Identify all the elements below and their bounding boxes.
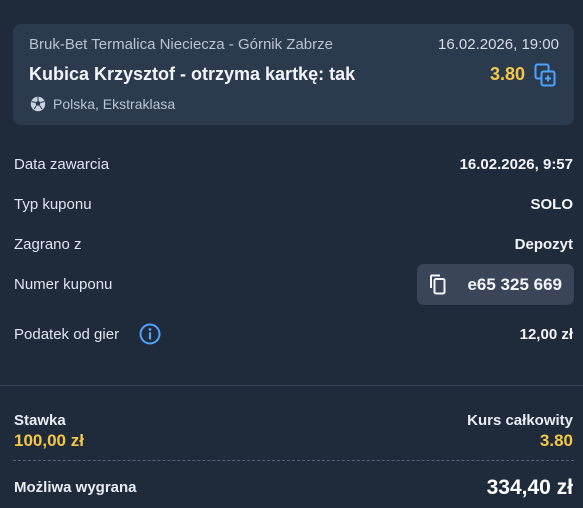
placed-date-value: 16.02.2026, 9:57 [459,156,573,173]
dashed-divider [13,460,574,461]
stake-value: 100,00 zł [14,431,84,450]
league-name: Polska, Ekstraklasa [53,96,176,112]
coupon-number-value: e65 325 669 [467,275,562,294]
coupon-type-label: Typ kuponu [14,196,92,213]
match-date: 16.02.2026, 19:00 [438,36,559,53]
placed-date-label: Data zawarcia [14,156,110,173]
section-divider [0,385,583,386]
bet-selection: Kubica Krzysztof - otrzyma kartkę: tak [29,64,356,84]
possible-win-label: Możliwa wygrana [14,479,137,496]
copy-icon [428,274,446,295]
copy-bet-icon[interactable] [534,63,556,87]
stake-label: Stawka [14,412,66,429]
total-odds-label: Kurs całkowity [467,412,573,429]
coupon-type-value: SOLO [530,196,573,213]
total-odds-value: 3.80 [539,431,573,450]
played-from-label: Zagrano z [14,236,82,253]
possible-win-value: 334,40 zł [486,476,573,499]
bet-odds: 3.80 [489,64,525,84]
match-name[interactable]: Bruk-Bet Termalica Nieciecza - Górnik Za… [29,36,333,53]
coupon-number-label: Numer kuponu [14,276,113,293]
soccer-ball-icon [30,96,46,112]
tax-label: Podatek od gier [14,326,120,343]
copy-coupon-number-button[interactable]: e65 325 669 [417,264,574,305]
bet-card: Bruk-Bet Termalica Nieciecza - Górnik Za… [13,24,574,125]
info-icon[interactable] [139,323,161,345]
played-from-value: Depozyt [514,236,573,253]
tax-value: 12,00 zł [519,326,573,343]
